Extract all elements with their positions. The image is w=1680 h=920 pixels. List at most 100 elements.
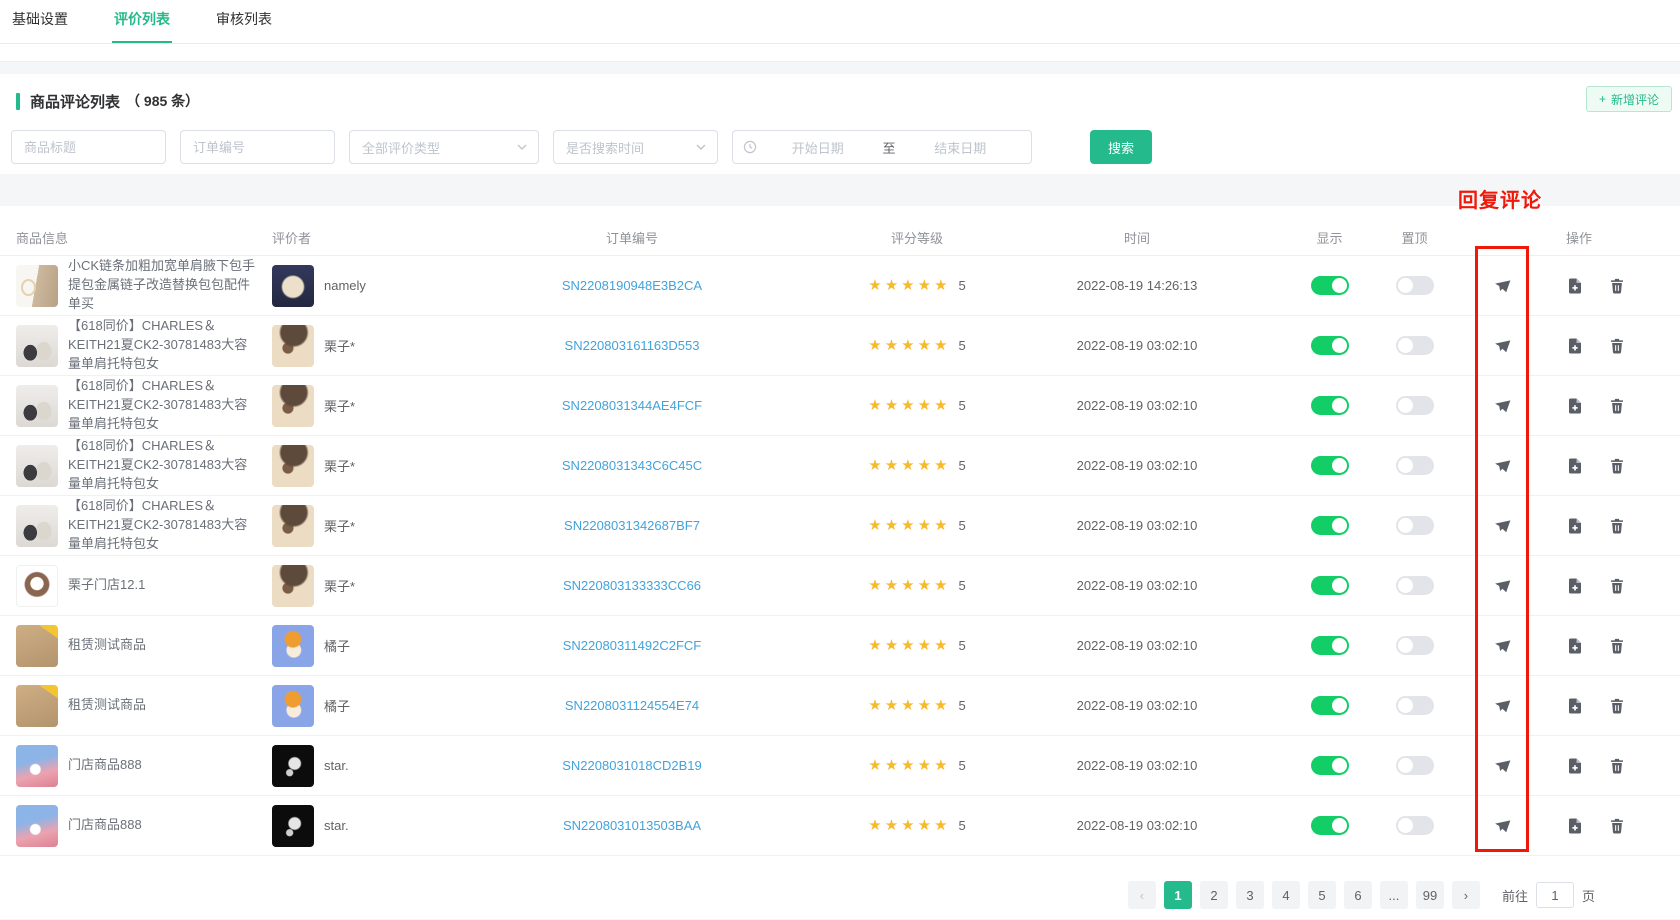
search-time-select[interactable]: 是否搜索时间 bbox=[553, 130, 718, 164]
export-document-icon[interactable] bbox=[1566, 517, 1584, 535]
reviewer-name: 栗子* bbox=[324, 456, 355, 475]
show-toggle[interactable] bbox=[1311, 396, 1349, 415]
product-image bbox=[16, 265, 58, 307]
add-review-button[interactable]: + 新增评论 bbox=[1586, 86, 1672, 112]
delete-trash-icon[interactable] bbox=[1608, 517, 1626, 535]
delete-trash-icon[interactable] bbox=[1608, 757, 1626, 775]
pagination-page-3[interactable]: 3 bbox=[1236, 881, 1264, 909]
chevron-down-icon bbox=[695, 141, 707, 153]
pagination-page-4[interactable]: 4 bbox=[1272, 881, 1300, 909]
order-number-link[interactable]: SN2208031124554E74 bbox=[565, 698, 699, 713]
pin-top-toggle[interactable] bbox=[1396, 396, 1434, 415]
plus-icon: + bbox=[1599, 92, 1606, 106]
delete-trash-icon[interactable] bbox=[1608, 577, 1626, 595]
show-toggle[interactable] bbox=[1311, 636, 1349, 655]
delete-trash-icon[interactable] bbox=[1608, 697, 1626, 715]
tab-审核列表[interactable]: 审核列表 bbox=[214, 9, 274, 43]
delete-trash-icon[interactable] bbox=[1608, 397, 1626, 415]
product-image bbox=[16, 745, 58, 787]
pin-top-toggle[interactable] bbox=[1396, 636, 1434, 655]
date-range-picker[interactable]: 开始日期 至 结束日期 bbox=[732, 130, 1032, 164]
tab-评价列表[interactable]: 评价列表 bbox=[112, 9, 172, 43]
reply-send-icon[interactable] bbox=[1493, 397, 1511, 415]
tab-bar: 基础设置 评价列表 审核列表 bbox=[0, 0, 1680, 44]
order-no-filter[interactable] bbox=[180, 130, 335, 164]
order-number-link[interactable]: SN22080311492C2FCF bbox=[563, 638, 702, 653]
reply-send-icon[interactable] bbox=[1493, 697, 1511, 715]
show-toggle[interactable] bbox=[1311, 516, 1349, 535]
show-toggle[interactable] bbox=[1311, 276, 1349, 295]
export-document-icon[interactable] bbox=[1566, 637, 1584, 655]
reply-send-icon[interactable] bbox=[1493, 637, 1511, 655]
pagination-page-2[interactable]: 2 bbox=[1200, 881, 1228, 909]
order-no-input[interactable] bbox=[193, 140, 322, 155]
date-start-placeholder[interactable]: 开始日期 bbox=[757, 138, 879, 157]
pin-top-toggle[interactable] bbox=[1396, 696, 1434, 715]
pagination-prev-button[interactable]: ‹ bbox=[1128, 881, 1156, 909]
delete-trash-icon[interactable] bbox=[1608, 457, 1626, 475]
order-number-link[interactable]: SN220803133333CC66 bbox=[563, 578, 701, 593]
pin-top-toggle[interactable] bbox=[1396, 336, 1434, 355]
pin-top-toggle[interactable] bbox=[1396, 276, 1434, 295]
reviewer-avatar bbox=[272, 385, 314, 427]
reply-send-icon[interactable] bbox=[1493, 457, 1511, 475]
show-toggle[interactable] bbox=[1311, 696, 1349, 715]
reply-send-icon[interactable] bbox=[1493, 757, 1511, 775]
date-end-placeholder[interactable]: 结束日期 bbox=[900, 138, 1022, 157]
order-number-link[interactable]: SN2208031344AE4FCF bbox=[562, 398, 702, 413]
export-document-icon[interactable] bbox=[1566, 457, 1584, 475]
pagination-page-99[interactable]: 99 bbox=[1416, 881, 1444, 909]
export-document-icon[interactable] bbox=[1566, 397, 1584, 415]
reply-send-icon[interactable] bbox=[1493, 337, 1511, 355]
export-document-icon[interactable] bbox=[1566, 817, 1584, 835]
export-document-icon[interactable] bbox=[1566, 277, 1584, 295]
review-time: 2022-08-19 03:02:10 bbox=[992, 758, 1282, 773]
pin-top-toggle[interactable] bbox=[1396, 516, 1434, 535]
export-document-icon[interactable] bbox=[1566, 337, 1584, 355]
pagination-page-...[interactable]: ... bbox=[1380, 881, 1408, 909]
pagination-next-button[interactable]: › bbox=[1452, 881, 1480, 909]
order-number-link[interactable]: SN2208190948E3B2CA bbox=[562, 278, 702, 293]
reviewer-avatar bbox=[272, 565, 314, 607]
order-number-link[interactable]: SN2208031343C6C45C bbox=[562, 458, 702, 473]
table-row: 【618同价】CHARLES＆KEITH21夏CK2-30781483大容量单肩… bbox=[0, 436, 1680, 496]
product-title-filter[interactable] bbox=[11, 130, 166, 164]
reply-send-icon[interactable] bbox=[1493, 817, 1511, 835]
search-button[interactable]: 搜索 bbox=[1090, 130, 1152, 164]
show-toggle[interactable] bbox=[1311, 576, 1349, 595]
export-document-icon[interactable] bbox=[1566, 757, 1584, 775]
pin-top-toggle[interactable] bbox=[1396, 816, 1434, 835]
product-image bbox=[16, 565, 58, 607]
export-document-icon[interactable] bbox=[1566, 697, 1584, 715]
reply-send-icon[interactable] bbox=[1493, 517, 1511, 535]
delete-trash-icon[interactable] bbox=[1608, 637, 1626, 655]
pin-top-toggle[interactable] bbox=[1396, 576, 1434, 595]
show-toggle[interactable] bbox=[1311, 816, 1349, 835]
product-title-input[interactable] bbox=[24, 140, 153, 155]
show-toggle[interactable] bbox=[1311, 456, 1349, 475]
reviewer-avatar bbox=[272, 325, 314, 367]
pagination-page-6[interactable]: 6 bbox=[1344, 881, 1372, 909]
pin-top-toggle[interactable] bbox=[1396, 456, 1434, 475]
tab-基础设置[interactable]: 基础设置 bbox=[10, 9, 70, 43]
star-rating: ★★★★★ bbox=[868, 816, 950, 835]
order-number-link[interactable]: SN2208031018CD2B19 bbox=[562, 758, 702, 773]
show-toggle[interactable] bbox=[1311, 336, 1349, 355]
pin-top-toggle[interactable] bbox=[1396, 756, 1434, 775]
order-number-link[interactable]: SN2208031013503BAA bbox=[563, 818, 701, 833]
delete-trash-icon[interactable] bbox=[1608, 337, 1626, 355]
pagination-page-5[interactable]: 5 bbox=[1308, 881, 1336, 909]
order-number-link[interactable]: SN2208031342687BF7 bbox=[564, 518, 700, 533]
chevron-down-icon bbox=[516, 141, 528, 153]
pagination-page-1[interactable]: 1 bbox=[1164, 881, 1192, 909]
delete-trash-icon[interactable] bbox=[1608, 277, 1626, 295]
show-toggle[interactable] bbox=[1311, 756, 1349, 775]
page-jump-input[interactable] bbox=[1536, 882, 1574, 908]
export-document-icon[interactable] bbox=[1566, 577, 1584, 595]
review-time: 2022-08-19 03:02:10 bbox=[992, 638, 1282, 653]
order-number-link[interactable]: SN220803161163D553 bbox=[565, 338, 700, 353]
review-type-select[interactable]: 全部评价类型 bbox=[349, 130, 539, 164]
delete-trash-icon[interactable] bbox=[1608, 817, 1626, 835]
reply-send-icon[interactable] bbox=[1493, 277, 1511, 295]
reply-send-icon[interactable] bbox=[1493, 577, 1511, 595]
